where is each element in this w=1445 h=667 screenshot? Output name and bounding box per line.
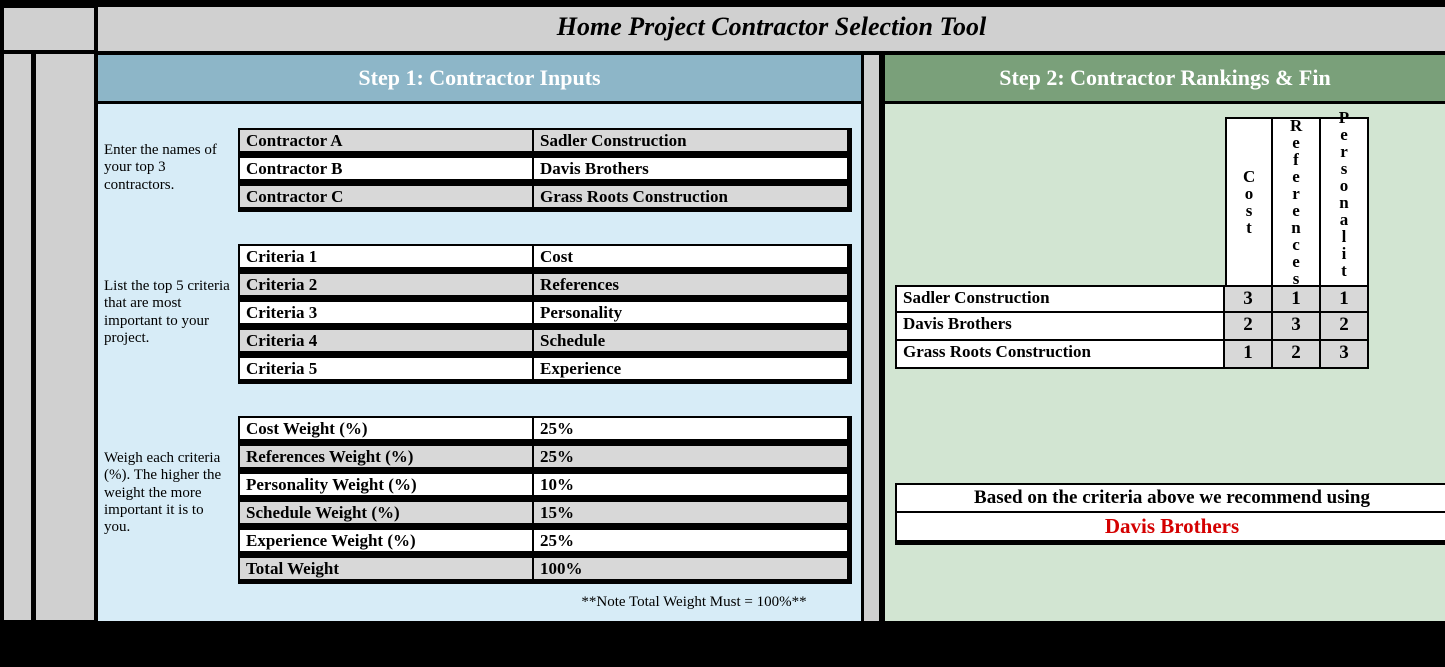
contractor-b-row[interactable]: Contractor B Davis Brothers <box>238 156 852 184</box>
field-value[interactable]: References <box>534 274 847 295</box>
criteria-5-row[interactable]: Criteria 5 Experience <box>238 356 852 384</box>
col-personality: P e r s o n a l i t y <box>1321 117 1369 285</box>
ranking-row: Grass Roots Construction 1 2 3 <box>895 341 1369 369</box>
field-value[interactable]: Davis Brothers <box>534 158 847 179</box>
instruction-criteria: List the top 5 criteria that are most im… <box>102 276 234 349</box>
instruction-weights: Weigh each criteria (%). The higher the … <box>102 448 234 538</box>
weight-row[interactable]: Personality Weight (%) 10% <box>238 472 852 500</box>
spreadsheet-row-gutter <box>4 4 94 624</box>
field-label: Contractor B <box>240 158 534 179</box>
weight-row[interactable]: Experience Weight (%) 25% <box>238 528 852 556</box>
field-label: Experience Weight (%) <box>240 530 534 551</box>
panel-separator <box>864 52 882 624</box>
field-label: Schedule Weight (%) <box>240 502 534 523</box>
contractor-name: Davis Brothers <box>895 313 1225 341</box>
rank-cell[interactable]: 2 <box>1321 313 1369 341</box>
field-label: Criteria 4 <box>240 330 534 351</box>
total-weight-row: Total Weight 100% <box>238 556 852 584</box>
rank-cell[interactable]: 3 <box>1225 285 1273 313</box>
weight-row[interactable]: References Weight (%) 25% <box>238 444 852 472</box>
recommendation-box: Based on the criteria above we recommend… <box>895 483 1445 545</box>
field-label: Contractor A <box>240 130 534 151</box>
page-title: Home Project Contractor Selection Tool <box>95 4 1445 54</box>
field-value[interactable]: 10% <box>534 474 847 495</box>
ranking-table: C o s t R e f e r e n c e s P e r s o n … <box>895 115 1369 369</box>
step2-panel: Step 2: Contractor Rankings & Fin C o s … <box>882 52 1445 624</box>
instruction-contractors: Enter the names of your top 3 contractor… <box>102 140 234 196</box>
field-value[interactable]: Personality <box>534 302 847 323</box>
field-label: Contractor C <box>240 186 534 207</box>
rank-cell[interactable]: 2 <box>1225 313 1273 341</box>
field-value[interactable]: 25% <box>534 530 847 551</box>
criteria-3-row[interactable]: Criteria 3 Personality <box>238 300 852 328</box>
field-value[interactable]: 25% <box>534 418 847 439</box>
criteria-1-row[interactable]: Criteria 1 Cost <box>238 244 852 272</box>
contractor-name: Grass Roots Construction <box>895 341 1225 369</box>
step2-heading: Step 2: Contractor Rankings & Fin <box>885 55 1445 104</box>
weight-note: **Note Total Weight Must = 100%** <box>534 594 854 611</box>
col-references: R e f e r e n c e s <box>1273 117 1321 285</box>
rank-cell[interactable]: 2 <box>1273 341 1321 369</box>
criteria-block: Criteria 1 Cost Criteria 2 References Cr… <box>238 244 852 384</box>
ranking-row: Davis Brothers 2 3 2 <box>895 313 1369 341</box>
field-label: Total Weight <box>240 558 534 579</box>
weights-block: Cost Weight (%) 25% References Weight (%… <box>238 416 852 584</box>
recommendation-name: Davis Brothers <box>895 511 1445 545</box>
field-value[interactable]: Cost <box>534 246 847 267</box>
field-value[interactable]: 15% <box>534 502 847 523</box>
contractors-block: Contractor A Sadler Construction Contrac… <box>238 128 852 212</box>
rank-cell[interactable]: 1 <box>1225 341 1273 369</box>
recommendation-text: Based on the criteria above we recommend… <box>895 483 1445 511</box>
ranking-row: Sadler Construction 3 1 1 <box>895 285 1369 313</box>
field-value[interactable]: Experience <box>534 358 847 379</box>
step1-heading: Step 1: Contractor Inputs <box>98 55 861 104</box>
field-label: Criteria 2 <box>240 274 534 295</box>
weight-row[interactable]: Cost Weight (%) 25% <box>238 416 852 444</box>
rank-cell[interactable]: 1 <box>1273 285 1321 313</box>
field-label: Criteria 1 <box>240 246 534 267</box>
rank-cell[interactable]: 3 <box>1273 313 1321 341</box>
ranking-header: C o s t R e f e r e n c e s P e r s o n … <box>895 115 1369 285</box>
field-label: Cost Weight (%) <box>240 418 534 439</box>
field-value[interactable]: Grass Roots Construction <box>534 186 847 207</box>
contractor-name: Sadler Construction <box>895 285 1225 313</box>
field-label: Personality Weight (%) <box>240 474 534 495</box>
weight-row[interactable]: Schedule Weight (%) 15% <box>238 500 852 528</box>
criteria-2-row[interactable]: Criteria 2 References <box>238 272 852 300</box>
criteria-4-row[interactable]: Criteria 4 Schedule <box>238 328 852 356</box>
field-label: References Weight (%) <box>240 446 534 467</box>
field-value[interactable]: Schedule <box>534 330 847 351</box>
contractor-c-row[interactable]: Contractor C Grass Roots Construction <box>238 184 852 212</box>
field-value: 100% <box>534 558 847 579</box>
field-value[interactable]: 25% <box>534 446 847 467</box>
rank-cell[interactable]: 1 <box>1321 285 1369 313</box>
col-cost: C o s t <box>1225 117 1273 285</box>
field-label: Criteria 3 <box>240 302 534 323</box>
field-label: Criteria 5 <box>240 358 534 379</box>
rank-cell[interactable]: 3 <box>1321 341 1369 369</box>
field-value[interactable]: Sadler Construction <box>534 130 847 151</box>
step1-panel: Step 1: Contractor Inputs Enter the name… <box>95 52 864 624</box>
contractor-a-row[interactable]: Contractor A Sadler Construction <box>238 128 852 156</box>
